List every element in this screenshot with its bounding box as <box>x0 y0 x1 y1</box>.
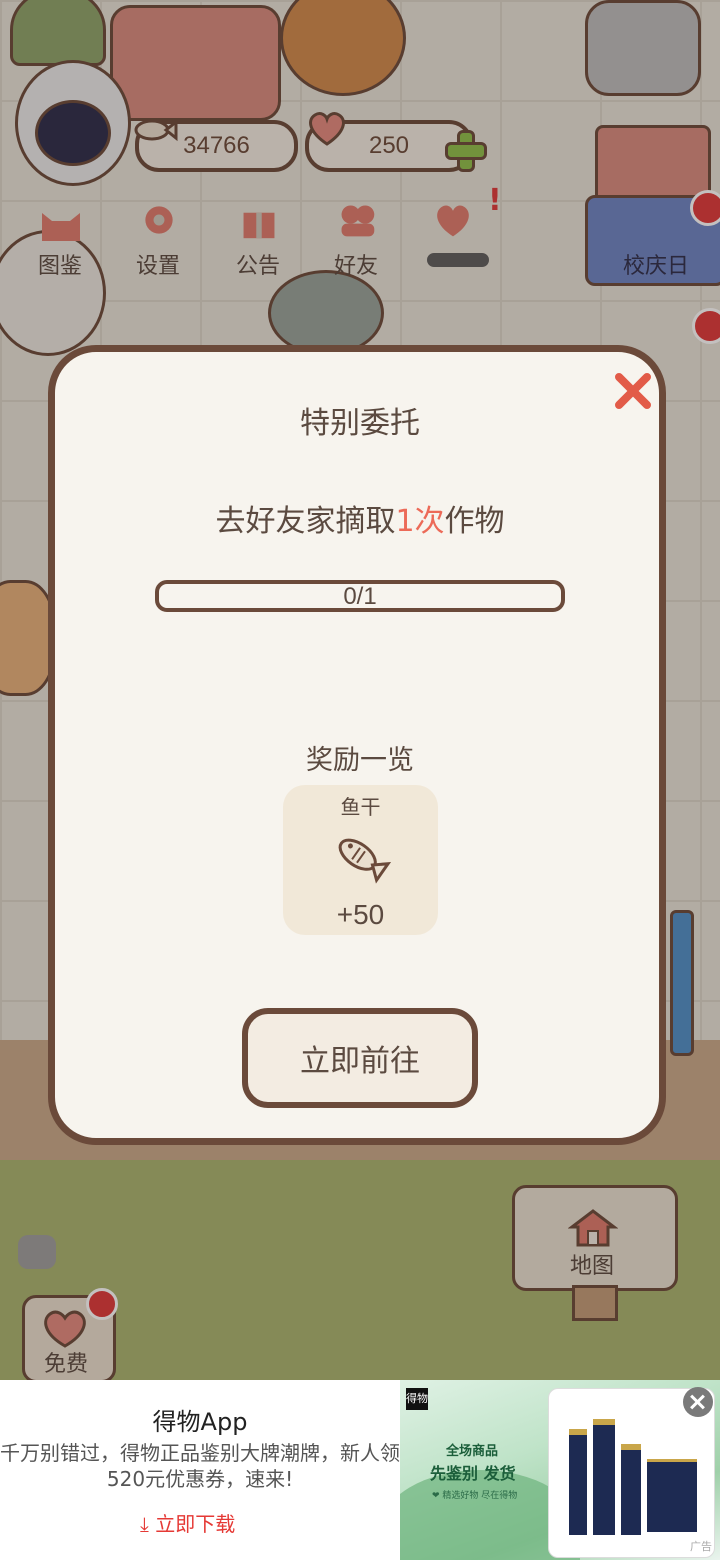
ad-download-link[interactable]: ⤓ 立即下载 <box>140 1508 235 1537</box>
download-icon: ⤓ <box>140 1512 156 1536</box>
ad-tag-line2: 先鉴别 发货 <box>430 1464 516 1483</box>
ad-banner[interactable]: 得物App 千万别错过，得物正品鉴别大牌潮牌，新人领520元优惠券，速来! ⤓ … <box>0 1380 720 1560</box>
ad-description: 千万别错过，得物正品鉴别大牌潮牌，新人领520元优惠券，速来! <box>0 1441 400 1491</box>
ad-download-label: 立即下载 <box>155 1512 236 1536</box>
task-count: 1次 <box>395 504 445 539</box>
reward-card: 鱼干 +50 <box>283 785 438 935</box>
task-description: 去好友家摘取1次作物 <box>48 496 672 540</box>
ad-logo: 得物 <box>406 1388 428 1410</box>
reward-heading: 奖励一览 <box>306 745 414 776</box>
task-progress-bar: 0/1 <box>155 580 565 612</box>
reward-amount: +50 <box>336 899 385 930</box>
progress-text: 0/1 <box>343 583 377 610</box>
dialog-title: 特别委托 <box>300 406 420 441</box>
product-bottle <box>621 1444 641 1535</box>
task-prefix: 去好友家摘取 <box>215 504 396 539</box>
go-now-button[interactable]: 立即前往 <box>242 1008 478 1108</box>
product-bottle <box>593 1419 615 1535</box>
task-suffix: 作物 <box>444 504 505 539</box>
ad-close-button[interactable] <box>683 1387 713 1417</box>
ad-tag-line3: ❤ 精选好物 尽在得物 <box>432 1491 518 1501</box>
ad-mark: 广告 <box>690 1540 712 1553</box>
ad-title: 得物App <box>152 1408 248 1436</box>
reward-name: 鱼干 <box>340 795 381 819</box>
ad-image[interactable]: 得物 全场商品 先鉴别 发货 ❤ 精选好物 尽在得物 <box>400 1380 720 1560</box>
product-bottle <box>569 1429 587 1535</box>
dried-fish-icon <box>338 838 391 884</box>
ad-tag-line1: 全场商品 <box>446 1444 499 1459</box>
product-box <box>647 1459 697 1532</box>
